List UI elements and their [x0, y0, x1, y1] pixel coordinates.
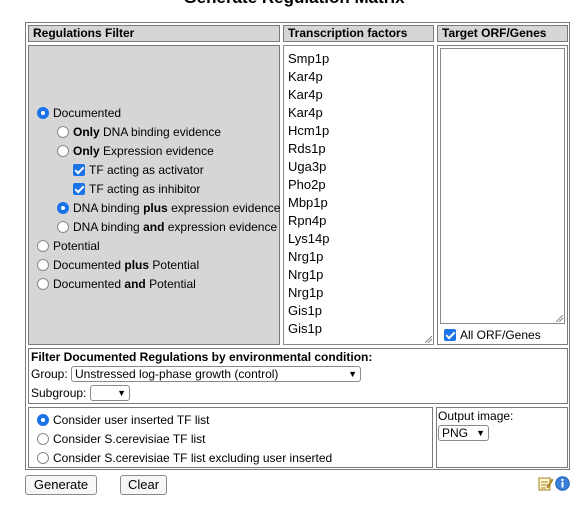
output-format-select[interactable]: PNG ▼: [438, 425, 489, 441]
radio-dna-and-expression[interactable]: DNA binding and expression evidence: [57, 220, 277, 234]
chevron-down-icon: ▼: [476, 428, 485, 438]
transcription-factors-textarea[interactable]: Smp1p Kar4p Kar4p Kar4p Hcm1p Rds1p Uga3p Pho2p…: [283, 45, 434, 345]
tf-list-item: Kar4p: [288, 69, 323, 84]
target-orf-panel: All ORF/Genes: [437, 45, 568, 345]
tf-list-item: Pho2p: [288, 177, 326, 192]
radio-unselected-icon[interactable]: [37, 278, 49, 290]
clear-button[interactable]: Clear: [120, 475, 167, 495]
resize-handle-icon[interactable]: [425, 336, 432, 343]
checkbox-tf-activator[interactable]: TF acting as activator: [73, 163, 204, 177]
header-target-orf-genes: Target ORF/Genes: [437, 25, 568, 42]
tf-list-item: Rds1p: [288, 141, 326, 156]
tf-list-item: Nrg1p: [288, 249, 324, 264]
chevron-down-icon: ▼: [117, 388, 126, 398]
radio-unselected-icon[interactable]: [57, 221, 69, 233]
environment-filter-title: Filter Documented Regulations by environ…: [31, 350, 373, 364]
subgroup-select[interactable]: ▼: [90, 385, 130, 401]
radio-documented[interactable]: Documented: [37, 106, 121, 120]
output-image-label: Output image:: [438, 409, 514, 423]
radio-only-expression[interactable]: Only Expression evidence: [57, 144, 214, 158]
tf-list-item: Smp1p: [288, 51, 330, 66]
radio-unselected-icon[interactable]: [37, 452, 49, 464]
header-regulations-filter: Regulations Filter: [28, 25, 280, 42]
tf-list-item: Gis1p: [288, 321, 322, 336]
checkbox-checked-icon[interactable]: [73, 164, 85, 176]
checkbox-all-orf-genes[interactable]: All ORF/Genes: [444, 328, 541, 342]
form-table: Regulations Filter Transcription factors…: [25, 22, 570, 470]
checkbox-tf-inhibitor[interactable]: TF acting as inhibitor: [73, 182, 200, 196]
radio-potential[interactable]: Potential: [37, 239, 100, 253]
radio-documented-plus-potential[interactable]: Documented plus Potential: [37, 258, 199, 272]
output-image-panel: Output image: PNG ▼: [436, 407, 568, 468]
group-select[interactable]: Unstressed log-phase growth (control) ▼: [71, 366, 361, 382]
generate-button[interactable]: Generate: [25, 475, 97, 495]
checkbox-checked-icon[interactable]: [73, 183, 85, 195]
tf-list: Smp1p Kar4p Kar4p Kar4p Hcm1p Rds1p Uga3p Pho2p…: [286, 50, 329, 338]
target-orf-textarea[interactable]: [440, 48, 565, 324]
tf-list-item: Uga3p: [288, 159, 327, 174]
radio-unselected-icon[interactable]: [37, 240, 49, 252]
subgroup-label: Subgroup:: [31, 386, 87, 400]
info-icon[interactable]: [555, 476, 570, 491]
radio-unselected-icon[interactable]: [57, 145, 69, 157]
tf-list-item: Rpn4p: [288, 213, 327, 228]
chevron-down-icon: ▼: [348, 369, 357, 379]
resize-handle-icon[interactable]: [556, 315, 563, 322]
radio-unselected-icon[interactable]: [37, 433, 49, 445]
radio-user-tf-list[interactable]: Consider user inserted TF list: [37, 413, 210, 427]
radio-unselected-icon[interactable]: [37, 259, 49, 271]
environment-filter-panel: Filter Documented Regulations by environ…: [28, 348, 568, 404]
tf-list-item: Mbp1p: [288, 195, 328, 210]
tf-source-panel: Consider user inserted TF list Consider …: [28, 407, 433, 468]
radio-only-dna-binding[interactable]: Only DNA binding evidence: [57, 125, 221, 139]
tf-list-item: Kar4p: [288, 87, 323, 102]
tf-list-item: Gis1p: [288, 303, 322, 318]
tf-list-item: Hcm1p: [288, 123, 330, 138]
group-label: Group:: [31, 367, 68, 381]
regulations-filter-panel: Documented Only DNA binding evidence Onl…: [28, 45, 280, 345]
radio-selected-icon[interactable]: [57, 202, 69, 214]
tf-list-item: Nrg1p: [288, 267, 324, 282]
tf-list-item: Lys14p: [288, 231, 330, 246]
radio-selected-icon[interactable]: [37, 414, 49, 426]
radio-dna-plus-expression[interactable]: DNA binding plus expression evidence: [57, 201, 280, 215]
tf-list-item: Kar4p: [288, 105, 323, 120]
notepad-icon[interactable]: [538, 476, 553, 491]
page-title: Generate Regulation Matrix: [0, 0, 588, 8]
radio-unselected-icon[interactable]: [57, 126, 69, 138]
checkbox-checked-icon[interactable]: [444, 329, 456, 341]
radio-selected-icon[interactable]: [37, 107, 49, 119]
header-transcription-factors: Transcription factors: [283, 25, 434, 42]
radio-documented-and-potential[interactable]: Documented and Potential: [37, 277, 196, 291]
radio-scerevisiae-excluding-user[interactable]: Consider S.cerevisiae TF list excluding …: [37, 451, 332, 465]
tf-list-item: Nrg1p: [288, 285, 324, 300]
radio-scerevisiae-tf-list[interactable]: Consider S.cerevisiae TF list: [37, 432, 206, 446]
